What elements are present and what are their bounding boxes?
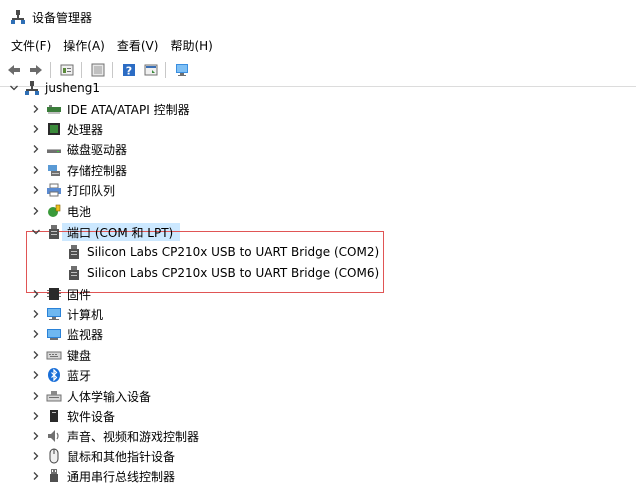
menu-bar: 文件(F) 操作(A) 查看(V) 帮助(H) bbox=[0, 34, 636, 56]
tree-item-mouse[interactable]: 鼠标和其他指针设备 bbox=[30, 446, 175, 466]
back-icon[interactable] bbox=[4, 60, 24, 80]
category-label: 打印队列 bbox=[67, 183, 116, 198]
processor-icon bbox=[46, 121, 62, 137]
chevron-right-icon[interactable] bbox=[30, 184, 42, 196]
toolbar-separator bbox=[50, 62, 51, 78]
category-label: 人体学输入设备 bbox=[67, 389, 152, 404]
action-icon[interactable] bbox=[141, 60, 161, 80]
port-icon bbox=[46, 224, 62, 240]
menu-help[interactable]: 帮助(H) bbox=[164, 37, 218, 54]
tree-root[interactable]: jusheng1 bbox=[8, 78, 100, 98]
help-icon[interactable]: ? bbox=[119, 60, 139, 80]
category-label: 处理器 bbox=[67, 122, 104, 137]
toolbar-separator bbox=[112, 62, 113, 78]
chevron-right-icon[interactable] bbox=[30, 430, 42, 442]
chevron-right-icon[interactable] bbox=[30, 288, 42, 300]
chevron-right-icon[interactable] bbox=[30, 450, 42, 462]
window-title: 设备管理器 bbox=[32, 10, 93, 25]
tree-item-keyboard[interactable]: 键盘 bbox=[30, 345, 91, 365]
chevron-right-icon[interactable] bbox=[30, 410, 42, 422]
tree-item-ports[interactable]: 端口 (COM 和 LPT) bbox=[30, 222, 173, 242]
tree-item-monitor[interactable]: 监视器 bbox=[30, 324, 103, 344]
category-label: 键盘 bbox=[67, 348, 92, 363]
category-label: 监视器 bbox=[67, 327, 104, 342]
monitor-icon bbox=[46, 326, 62, 342]
audio-icon bbox=[46, 428, 62, 444]
chevron-right-icon[interactable] bbox=[30, 390, 42, 402]
tree-item-hid[interactable]: 人体学输入设备 bbox=[30, 386, 151, 406]
chevron-right-icon[interactable] bbox=[30, 349, 42, 361]
category-label: 端口 (COM 和 LPT) bbox=[67, 225, 174, 240]
svg-text:?: ? bbox=[126, 65, 132, 78]
chevron-right-icon[interactable] bbox=[30, 470, 42, 482]
chevron-down-icon[interactable] bbox=[8, 82, 20, 94]
category-label: 蓝牙 bbox=[67, 368, 92, 383]
tree-root-label: jusheng1 bbox=[45, 81, 101, 95]
printer-icon bbox=[46, 182, 62, 198]
category-label: 存储控制器 bbox=[67, 163, 128, 178]
hid-icon bbox=[46, 388, 62, 404]
bluetooth-icon bbox=[46, 367, 62, 383]
tree-item-storage[interactable]: 存储控制器 bbox=[30, 160, 127, 180]
tree-item-computer[interactable]: 计算机 bbox=[30, 304, 103, 324]
chevron-right-icon[interactable] bbox=[30, 143, 42, 155]
chevron-right-icon[interactable] bbox=[30, 205, 42, 217]
computer-icon bbox=[46, 306, 62, 322]
storage-controller-icon bbox=[46, 162, 62, 178]
category-label: 计算机 bbox=[67, 307, 104, 322]
usb-icon bbox=[46, 468, 62, 484]
tree-item-usb[interactable]: 通用串行总线控制器 bbox=[30, 466, 175, 486]
disk-drive-icon bbox=[46, 141, 62, 157]
device-label: Silicon Labs CP210x USB to UART Bridge (… bbox=[87, 245, 380, 259]
device-manager-icon bbox=[10, 9, 26, 25]
title-bar: 设备管理器 bbox=[0, 0, 636, 34]
tree-item-com6[interactable]: Silicon Labs CP210x USB to UART Bridge (… bbox=[66, 263, 379, 283]
category-label: IDE ATA/ATAPI 控制器 bbox=[67, 102, 190, 117]
battery-icon bbox=[46, 203, 62, 219]
menu-action[interactable]: 操作(A) bbox=[57, 37, 111, 54]
tree-item-firmware[interactable]: 固件 bbox=[30, 284, 91, 304]
category-label: 软件设备 bbox=[67, 409, 116, 424]
chevron-right-icon[interactable] bbox=[30, 328, 42, 340]
tree-item-processor[interactable]: 处理器 bbox=[30, 119, 103, 139]
device-label: Silicon Labs CP210x USB to UART Bridge (… bbox=[87, 266, 380, 280]
tree-item-com2[interactable]: Silicon Labs CP210x USB to UART Bridge (… bbox=[66, 242, 379, 262]
computer-tree-icon bbox=[24, 80, 40, 96]
properties-icon[interactable] bbox=[57, 60, 77, 80]
category-label: 通用串行总线控制器 bbox=[67, 469, 176, 484]
menu-view[interactable]: 查看(V) bbox=[111, 37, 165, 54]
tree-item-battery[interactable]: 电池 bbox=[30, 201, 91, 221]
port-icon bbox=[66, 265, 82, 281]
chevron-down-icon[interactable] bbox=[30, 226, 42, 238]
firmware-icon bbox=[46, 286, 62, 302]
software-device-icon bbox=[46, 408, 62, 424]
category-label: 鼠标和其他指针设备 bbox=[67, 449, 176, 464]
tree-item-disk[interactable]: 磁盘驱动器 bbox=[30, 139, 127, 159]
tree-item-software[interactable]: 软件设备 bbox=[30, 406, 115, 426]
chevron-right-icon[interactable] bbox=[30, 103, 42, 115]
category-label: 磁盘驱动器 bbox=[67, 142, 128, 157]
category-label: 固件 bbox=[67, 287, 92, 302]
chevron-right-icon[interactable] bbox=[30, 308, 42, 320]
menu-file[interactable]: 文件(F) bbox=[5, 37, 57, 54]
tree-item-printer[interactable]: 打印队列 bbox=[30, 180, 115, 200]
forward-icon[interactable] bbox=[26, 60, 46, 80]
monitor-icon[interactable] bbox=[172, 60, 192, 80]
chevron-right-icon[interactable] bbox=[30, 123, 42, 135]
mouse-icon bbox=[46, 448, 62, 464]
toolbar-separator bbox=[165, 62, 166, 78]
chevron-right-icon[interactable] bbox=[30, 369, 42, 381]
chevron-right-icon[interactable] bbox=[30, 164, 42, 176]
category-label: 声音、视频和游戏控制器 bbox=[67, 429, 200, 444]
port-icon bbox=[66, 244, 82, 260]
show-hidden-icon[interactable] bbox=[88, 60, 108, 80]
tree-item-bluetooth[interactable]: 蓝牙 bbox=[30, 365, 91, 385]
ide-controller-icon bbox=[46, 101, 62, 117]
tree-item-ide[interactable]: IDE ATA/ATAPI 控制器 bbox=[30, 99, 190, 119]
category-label: 电池 bbox=[67, 204, 92, 219]
toolbar-separator bbox=[81, 62, 82, 78]
keyboard-icon bbox=[46, 347, 62, 363]
tree-item-audio[interactable]: 声音、视频和游戏控制器 bbox=[30, 426, 199, 446]
